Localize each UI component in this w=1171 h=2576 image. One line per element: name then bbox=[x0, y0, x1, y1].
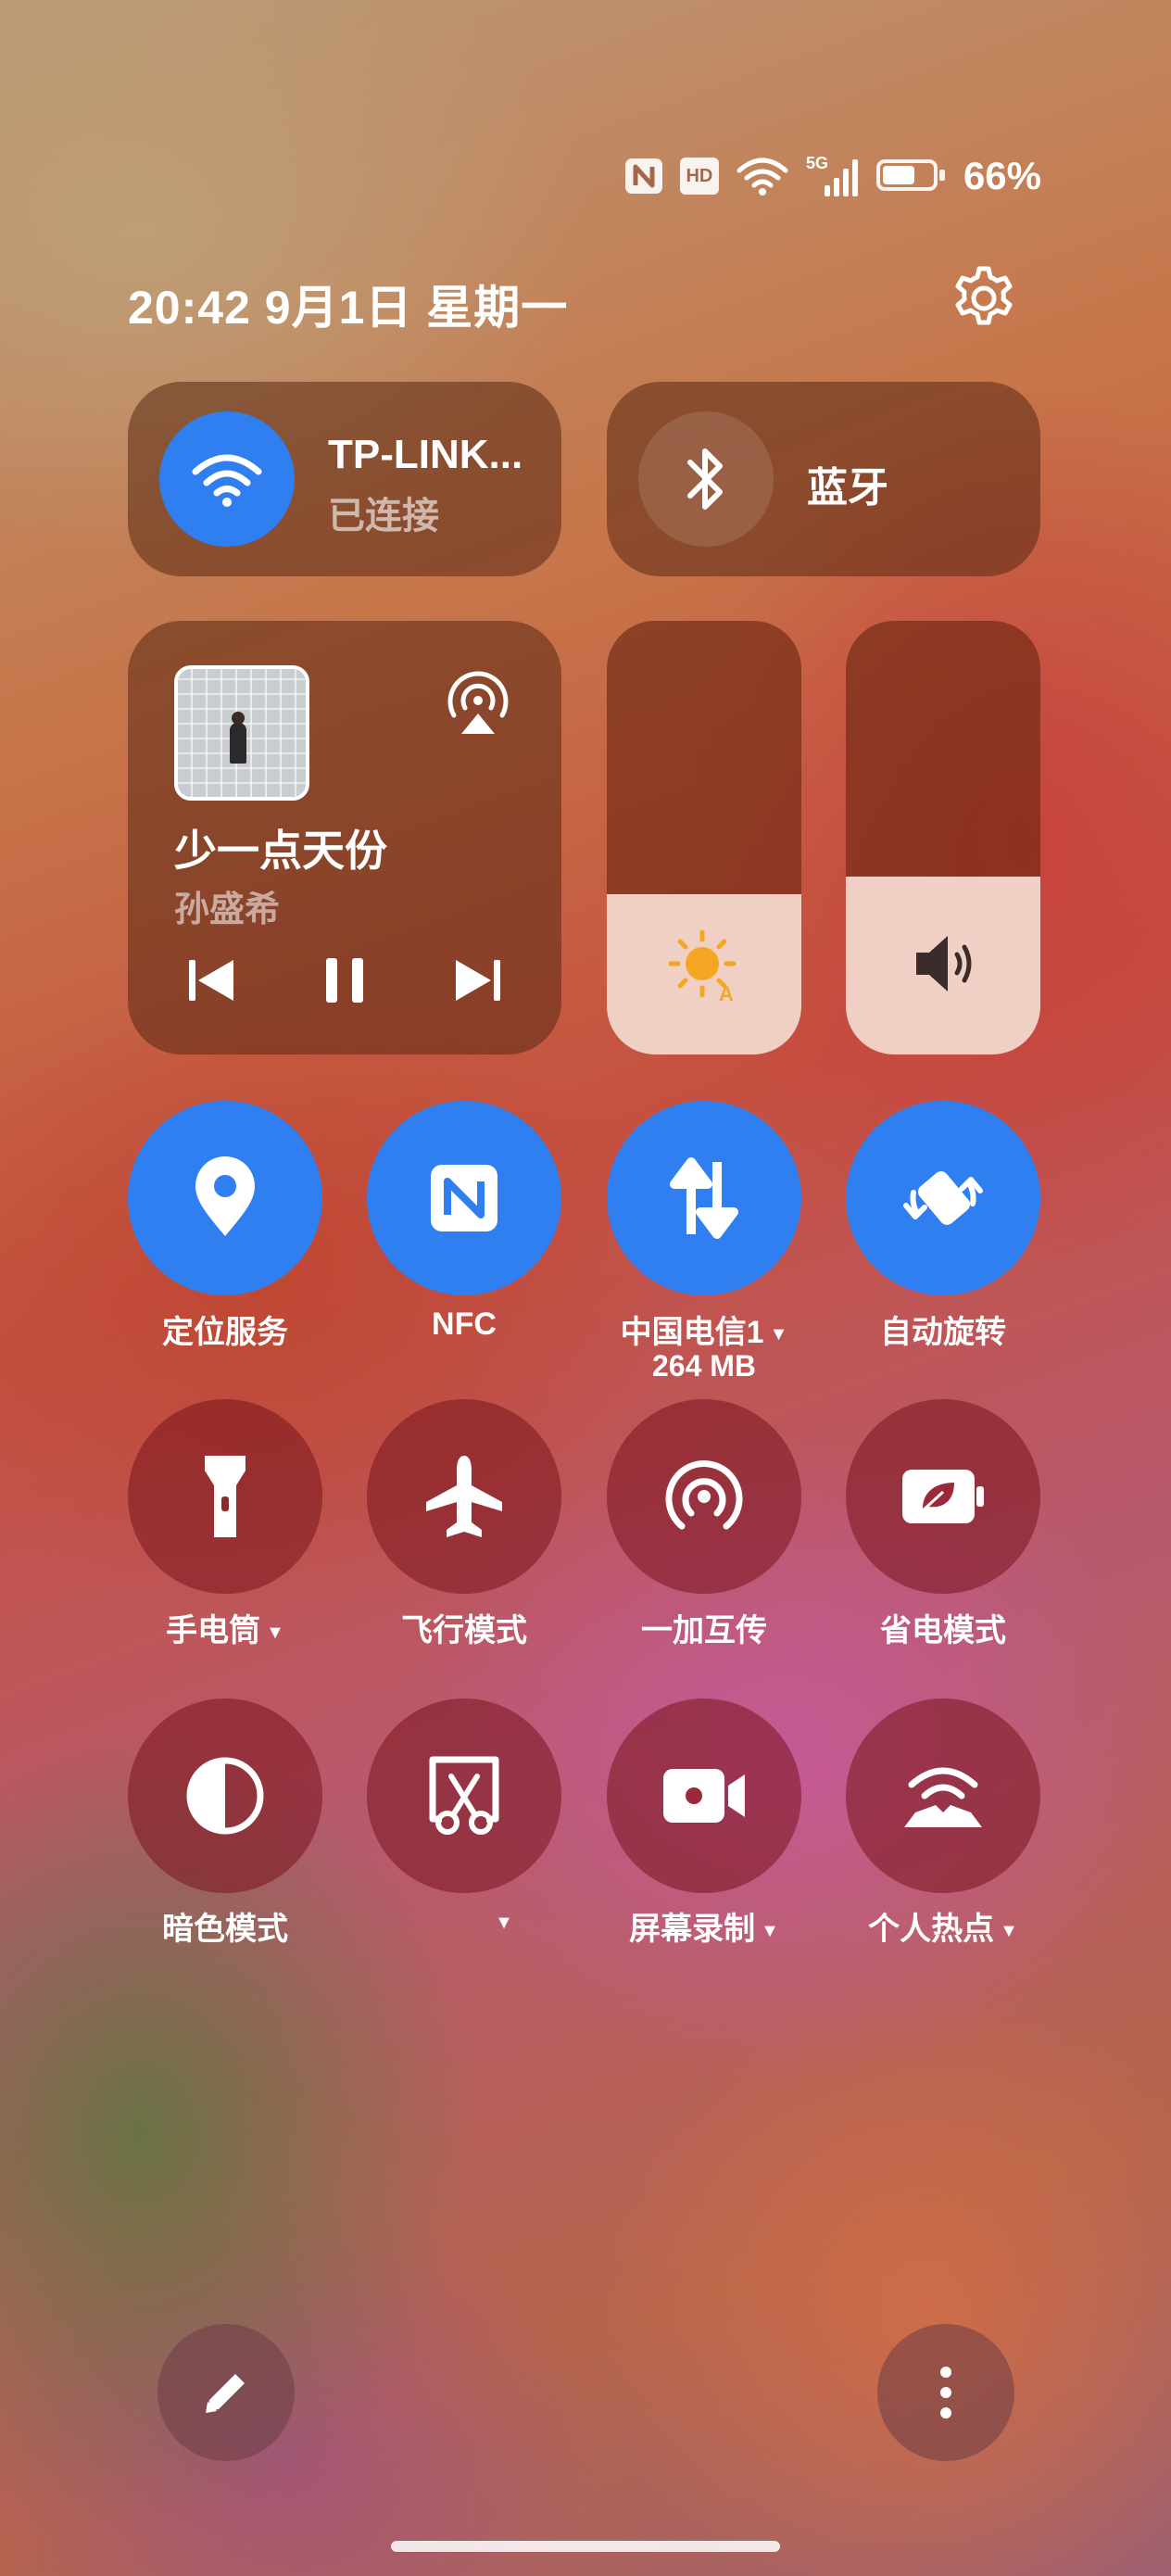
share-icon bbox=[665, 1460, 743, 1530]
mobile-data-usage: 264 MB bbox=[651, 1349, 757, 1383]
battery-saver-label: 省电模式 bbox=[880, 1613, 1006, 1648]
volume-icon bbox=[916, 936, 972, 991]
hotspot-label-text: 个人热点 bbox=[868, 1912, 995, 1947]
wifi-icon bbox=[737, 158, 788, 196]
5g-signal-icon: 5G bbox=[806, 154, 860, 198]
next-icon[interactable] bbox=[452, 954, 504, 1006]
screenshot-icon bbox=[429, 1756, 499, 1835]
airplane-toggle[interactable] bbox=[367, 1399, 561, 1594]
mobile-data-carrier: 中国电信1 bbox=[620, 1315, 764, 1350]
bluetooth-toggle[interactable] bbox=[638, 411, 774, 547]
cast-icon[interactable] bbox=[441, 667, 515, 741]
more-icon bbox=[940, 2367, 951, 2418]
edit-button[interactable] bbox=[157, 2324, 295, 2461]
chevron-down-icon[interactable]: ▼ bbox=[495, 1913, 513, 1933]
screen-record-label[interactable]: 屏幕录制 ▼ bbox=[584, 1903, 825, 1949]
album-art[interactable] bbox=[174, 665, 309, 801]
auto-rotate-icon bbox=[903, 1171, 983, 1225]
auto-rotate-toggle[interactable] bbox=[846, 1101, 1040, 1295]
bluetooth-icon bbox=[687, 448, 723, 510]
battery-percent: 66% bbox=[963, 154, 1041, 197]
wifi-icon bbox=[192, 454, 262, 507]
chevron-down-icon[interactable]: ▼ bbox=[761, 1921, 779, 1941]
battery-icon bbox=[875, 158, 947, 195]
battery-level-fill bbox=[882, 166, 915, 184]
flashlight-label[interactable]: 手电筒 ▼ bbox=[105, 1605, 346, 1650]
location-toggle[interactable] bbox=[128, 1101, 322, 1295]
location-label: 定位服务 bbox=[162, 1315, 288, 1350]
flashlight-icon bbox=[205, 1456, 246, 1537]
screen-record-toggle[interactable] bbox=[607, 1698, 801, 1893]
wifi-status: 已连接 bbox=[328, 496, 439, 537]
share-toggle[interactable] bbox=[607, 1399, 801, 1594]
edit-icon bbox=[206, 2374, 245, 2413]
song-title: 少一点天份 bbox=[174, 827, 387, 875]
battery-saver-icon bbox=[902, 1470, 984, 1523]
previous-icon[interactable] bbox=[185, 954, 237, 1006]
dark-mode-label: 暗色模式 bbox=[162, 1912, 288, 1947]
hotspot-toggle[interactable] bbox=[846, 1698, 1040, 1893]
mobile-data-toggle[interactable] bbox=[607, 1101, 801, 1295]
screen-record-label-text: 屏幕录制 bbox=[629, 1912, 756, 1947]
dark-mode-toggle[interactable] bbox=[128, 1698, 322, 1893]
auto-brightness-icon: A bbox=[668, 929, 737, 1004]
dark-mode-icon bbox=[186, 1757, 264, 1835]
chevron-down-icon[interactable]: ▼ bbox=[1000, 1921, 1018, 1941]
screen-record-icon bbox=[663, 1769, 745, 1823]
hd-icon: HD bbox=[679, 158, 719, 195]
nfc-icon bbox=[624, 158, 662, 194]
chevron-down-icon[interactable]: ▼ bbox=[770, 1324, 788, 1345]
bluetooth-tile[interactable]: 蓝牙 bbox=[607, 382, 1040, 576]
nfc-icon bbox=[431, 1165, 497, 1231]
hotspot-icon bbox=[904, 1767, 982, 1827]
mobile-data-label[interactable]: 中国电信1 ▼ bbox=[584, 1307, 825, 1352]
date-time: 20:42 9月1日 星期一 bbox=[128, 282, 569, 334]
volume-slider[interactable] bbox=[846, 621, 1040, 1054]
flashlight-toggle[interactable] bbox=[128, 1399, 322, 1594]
pause-icon[interactable] bbox=[319, 954, 371, 1006]
battery-saver-toggle[interactable] bbox=[846, 1399, 1040, 1594]
share-label: 一加互传 bbox=[641, 1613, 767, 1648]
screenshot-toggle[interactable] bbox=[367, 1698, 561, 1893]
airplane-icon bbox=[426, 1456, 502, 1537]
chevron-down-icon[interactable]: ▼ bbox=[266, 1623, 284, 1643]
wifi-toggle[interactable] bbox=[159, 411, 295, 547]
bluetooth-label: 蓝牙 bbox=[807, 465, 888, 511]
gear-icon[interactable] bbox=[947, 261, 1021, 335]
song-artist: 孙盛希 bbox=[174, 890, 281, 929]
more-button[interactable] bbox=[877, 2324, 1014, 2461]
nfc-label: NFC bbox=[432, 1307, 497, 1342]
wifi-name: TP-LINK... bbox=[328, 432, 523, 477]
flashlight-label-text: 手电筒 bbox=[166, 1613, 261, 1648]
nfc-toggle[interactable] bbox=[367, 1101, 561, 1295]
status-bar: HD 5G 66% bbox=[624, 152, 1041, 200]
brightness-slider[interactable]: A bbox=[607, 621, 801, 1054]
auto-rotate-label: 自动旋转 bbox=[880, 1315, 1006, 1350]
hotspot-label[interactable]: 个人热点 ▼ bbox=[823, 1903, 1064, 1949]
screenshot-label[interactable]: ▼ bbox=[344, 1903, 585, 1939]
wifi-tile[interactable]: TP-LINK... 已连接 bbox=[128, 382, 561, 576]
home-indicator[interactable] bbox=[391, 2541, 780, 2552]
location-icon bbox=[195, 1156, 255, 1236]
mobile-data-icon bbox=[670, 1157, 738, 1239]
airplane-label: 飞行模式 bbox=[401, 1613, 527, 1648]
svg-text:A: A bbox=[719, 982, 734, 1004]
